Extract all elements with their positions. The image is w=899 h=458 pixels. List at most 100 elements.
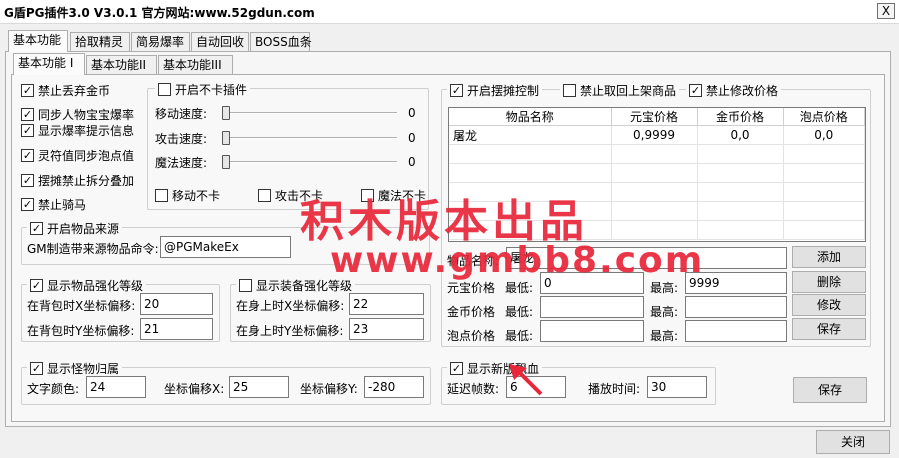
- annotation-arrow-icon: [509, 364, 543, 396]
- label-delay-frames: 延迟帧数:: [447, 382, 500, 396]
- table-cell: 0,0: [783, 125, 865, 145]
- tab-recycle[interactable]: 自动回收: [191, 32, 249, 52]
- check-show-monster-owner[interactable]: ✓ 显示怪物归属: [27, 360, 123, 377]
- check-rune-sync[interactable]: ✓ 灵符值同步泡点值: [21, 147, 134, 164]
- label-max: 最高:: [650, 281, 679, 295]
- tab-basic[interactable]: 基本功能: [8, 30, 68, 52]
- label-body-x: 在身上时X坐标偏移:: [236, 299, 345, 313]
- gold-max-input[interactable]: [685, 296, 787, 318]
- label-max: 最高:: [650, 305, 679, 319]
- label-point-price: 泡点价格: [447, 329, 496, 343]
- checkbox-checked[interactable]: ✓: [30, 362, 43, 375]
- checkbox-checked[interactable]: ✓: [689, 84, 702, 97]
- title-bar: G盾PG插件3.0 V3.0.1 官方网站:www.52gdun.com X: [0, 0, 899, 24]
- magic-speed-slider[interactable]: [222, 155, 230, 169]
- table-cell: 屠龙: [449, 125, 612, 145]
- label-magic-speed: 魔法速度:: [155, 156, 208, 170]
- check-no-drop-gold[interactable]: ✓ 禁止丢弃金币: [21, 82, 110, 99]
- window-close-button[interactable]: X: [877, 3, 895, 19]
- column-header[interactable]: 泡点价格: [783, 108, 865, 126]
- table-row[interactable]: 屠龙 0,9999 0,0 0,0: [449, 125, 865, 145]
- label-yuanbao-price: 元宝价格: [447, 281, 496, 295]
- checkbox-unchecked[interactable]: [158, 83, 171, 96]
- check-show-drop-info[interactable]: ✓ 显示爆率提示信息: [21, 122, 134, 139]
- save-button[interactable]: 保存: [793, 377, 867, 403]
- point-max-input[interactable]: [685, 320, 787, 342]
- point-min-input[interactable]: [540, 320, 644, 342]
- check-enable-stall[interactable]: ✓ 开启摆摊控制: [447, 82, 543, 99]
- label-offset-y: 坐标偏移Y:: [300, 382, 358, 396]
- check-sync-pet-rate[interactable]: ✓ 同步人物宝宝爆率: [21, 106, 134, 123]
- checkbox-checked[interactable]: ✓: [21, 174, 34, 187]
- checkbox-checked[interactable]: ✓: [450, 84, 463, 97]
- column-header[interactable]: 元宝价格: [611, 108, 698, 126]
- body-x-input[interactable]: 22: [349, 293, 424, 315]
- checkbox-unchecked[interactable]: [258, 189, 271, 202]
- subtab-basic-2[interactable]: 基本功能II: [86, 55, 157, 75]
- bag-y-input[interactable]: 21: [140, 318, 213, 340]
- delete-button[interactable]: 删除: [792, 271, 866, 293]
- checkbox-checked[interactable]: ✓: [30, 279, 43, 292]
- tab-boss-hp[interactable]: BOSS血条: [250, 32, 312, 52]
- add-button[interactable]: 添加: [792, 246, 866, 268]
- magic-speed-track: [222, 161, 397, 163]
- check-enable-no-lag[interactable]: 开启不卡插件: [155, 81, 251, 98]
- table-row[interactable]: [449, 144, 865, 164]
- move-speed-slider[interactable]: [222, 106, 230, 120]
- checkbox-checked[interactable]: ✓: [21, 149, 34, 162]
- checkbox-checked[interactable]: ✓: [30, 222, 43, 235]
- subtab-basic-3[interactable]: 基本功能III: [158, 55, 233, 75]
- attack-speed-slider[interactable]: [222, 131, 230, 145]
- text-color-input[interactable]: 24: [86, 376, 146, 398]
- table-cell: 0,9999: [611, 125, 698, 145]
- table-row[interactable]: [449, 163, 865, 183]
- offset-x-input[interactable]: 25: [229, 376, 289, 398]
- tab-pickup[interactable]: 拾取精灵: [70, 32, 130, 52]
- checkbox-unchecked[interactable]: [239, 279, 252, 292]
- modify-button[interactable]: 修改: [792, 294, 866, 316]
- gm-command-input[interactable]: @PGMakeEx: [160, 236, 291, 258]
- check-no-take-back[interactable]: 禁止取回上架商品: [560, 82, 680, 99]
- label-text-color: 文字颜色:: [27, 382, 80, 396]
- move-speed-value: 0: [408, 106, 416, 120]
- column-header[interactable]: 金币价格: [697, 108, 784, 126]
- magic-speed-value: 0: [408, 155, 416, 169]
- check-no-split-stack[interactable]: ✓ 摆摊禁止拆分叠加: [21, 172, 134, 189]
- label-move-speed: 移动速度:: [155, 107, 208, 121]
- check-enable-item-source[interactable]: ✓ 开启物品来源: [27, 220, 123, 237]
- checkbox-checked[interactable]: ✓: [21, 84, 34, 97]
- label-bag-x: 在背包时X坐标偏移:: [27, 299, 136, 313]
- checkbox-unchecked[interactable]: [563, 84, 576, 97]
- play-time-input[interactable]: 30: [647, 376, 707, 398]
- label-attack-speed: 攻击速度:: [155, 132, 208, 146]
- window-title: G盾PG插件3.0 V3.0.1 官方网站:www.52gdun.com: [4, 6, 315, 20]
- check-move-no-lag[interactable]: 移动不卡: [155, 187, 220, 204]
- label-body-y: 在身上时Y坐标偏移:: [236, 324, 344, 338]
- label-gm-command: GM制造带来源物品命令:: [27, 242, 159, 256]
- subtab-basic-1[interactable]: 基本功能 I: [13, 53, 85, 75]
- check-show-item-strengthen[interactable]: ✓ 显示物品强化等级: [27, 277, 147, 294]
- checkbox-checked[interactable]: ✓: [450, 362, 463, 375]
- bag-x-input[interactable]: 20: [140, 293, 213, 315]
- checkbox-checked[interactable]: ✓: [21, 124, 34, 137]
- checkbox-checked[interactable]: ✓: [21, 108, 34, 121]
- checkbox-checked[interactable]: ✓: [21, 198, 34, 211]
- label-gold-price: 金币价格: [447, 305, 496, 319]
- body-y-input[interactable]: 23: [349, 318, 424, 340]
- gold-min-input[interactable]: [540, 296, 644, 318]
- label-min: 最低:: [505, 281, 534, 295]
- check-no-modify-price[interactable]: ✓ 禁止修改价格: [686, 82, 782, 99]
- watermark-url: www.gmbb8.com: [330, 240, 705, 281]
- label-min: 最低:: [505, 305, 534, 319]
- checkbox-unchecked[interactable]: [155, 189, 168, 202]
- column-header[interactable]: 物品名称: [449, 108, 612, 126]
- stall-save-button[interactable]: 保存: [792, 318, 866, 340]
- check-no-ride[interactable]: ✓ 禁止骑马: [21, 196, 86, 213]
- offset-y-input[interactable]: -280: [364, 376, 424, 398]
- move-speed-track: [222, 112, 397, 114]
- close-button[interactable]: 关闭: [816, 430, 890, 454]
- label-min: 最低:: [505, 329, 534, 343]
- label-offset-x: 坐标偏移X:: [164, 382, 225, 396]
- tab-droprate[interactable]: 简易爆率: [131, 32, 190, 52]
- label-max: 最高:: [650, 329, 679, 343]
